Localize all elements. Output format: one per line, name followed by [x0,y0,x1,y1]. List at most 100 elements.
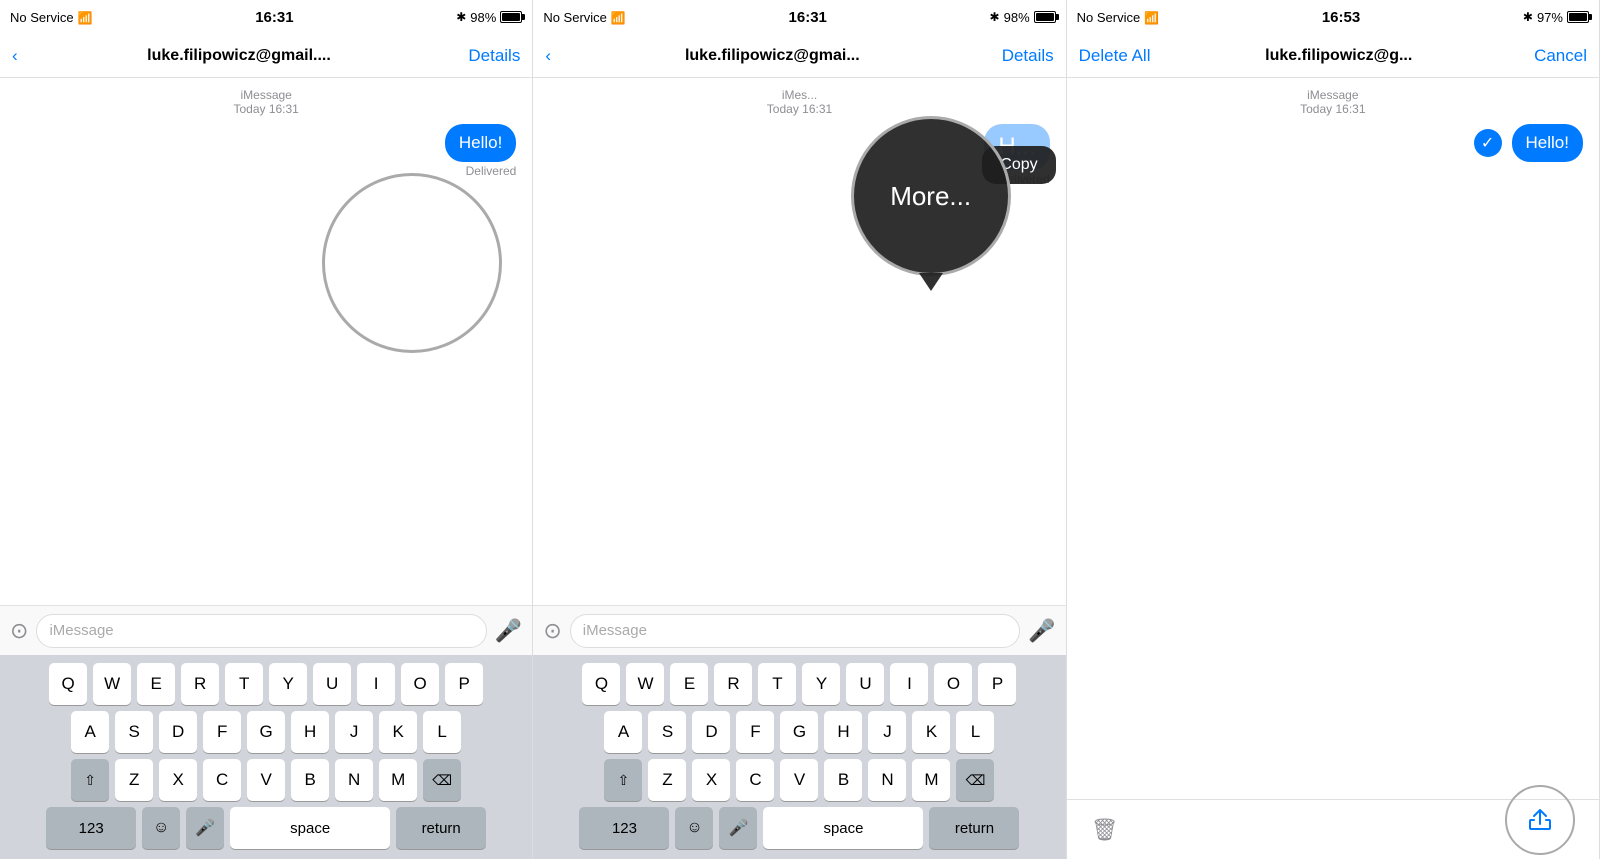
key-return[interactable]: return [396,807,486,849]
battery-pct-2: 98% [1004,10,1030,25]
time-1: 16:31 [255,9,293,26]
key2-shift[interactable]: ⇧ [604,759,642,801]
status-bar-2: No Service 16:31 ✱ 98% [533,0,1065,34]
key2-U[interactable]: U [846,663,884,705]
mic-icon-2[interactable]: 🎤 [1028,618,1055,644]
key2-I[interactable]: I [890,663,928,705]
message-input-1[interactable]: iMessage [36,614,486,648]
key-delete[interactable]: ⌫ [423,759,461,801]
camera-icon-2[interactable]: ⊙ [543,618,561,644]
back-chevron-2: ‹ [545,46,551,66]
key-E[interactable]: E [137,663,175,705]
key2-X[interactable]: X [692,759,730,801]
key-X[interactable]: X [159,759,197,801]
key2-D[interactable]: D [692,711,730,753]
trash-icon[interactable]: 🗑 [1091,817,1119,843]
key2-Q[interactable]: Q [582,663,620,705]
key2-P[interactable]: P [978,663,1016,705]
key-Z[interactable]: Z [115,759,153,801]
nav-title-3: luke.filipowicz@g... [1158,47,1519,65]
message-input-2[interactable]: iMessage [570,614,1020,648]
message-bubble-1[interactable]: Hello! [445,124,516,162]
key2-J[interactable]: J [868,711,906,753]
cancel-button[interactable]: Cancel [1527,46,1587,66]
key-N[interactable]: N [335,759,373,801]
key2-123[interactable]: 123 [579,807,669,849]
key-shift[interactable]: ⇧ [71,759,109,801]
no-service-label-2: No Service [543,10,607,25]
check-circle-icon[interactable]: ✓ [1474,129,1502,157]
key2-V[interactable]: V [780,759,818,801]
key-H[interactable]: H [291,711,329,753]
key-A[interactable]: A [71,711,109,753]
key2-C[interactable]: C [736,759,774,801]
key-row-2: A S D F G H J K L [4,711,528,753]
key-G[interactable]: G [247,711,285,753]
key-I[interactable]: I [357,663,395,705]
key-F[interactable]: F [203,711,241,753]
key2-emoji[interactable]: ☺ [675,807,713,849]
delete-all-button[interactable]: Delete All [1079,46,1151,66]
key-123[interactable]: 123 [46,807,136,849]
key-U[interactable]: U [313,663,351,705]
key-V[interactable]: V [247,759,285,801]
key-P[interactable]: P [445,663,483,705]
key-K[interactable]: K [379,711,417,753]
key-mic[interactable]: 🎤 [186,807,224,849]
key2-Z[interactable]: Z [648,759,686,801]
key2-S[interactable]: S [648,711,686,753]
status-right-1: ✱ 98% [456,10,522,25]
key-S[interactable]: S [115,711,153,753]
no-service-label-3: No Service [1077,10,1141,25]
key2-delete[interactable]: ⌫ [956,759,994,801]
key-J[interactable]: J [335,711,373,753]
key-row-4: 123 ☺ 🎤 space return [4,807,528,849]
key2-Y[interactable]: Y [802,663,840,705]
delivered-text-1: Delivered [466,164,517,178]
key-M[interactable]: M [379,759,417,801]
details-button-2[interactable]: Details [994,46,1054,66]
camera-icon-1[interactable]: ⊙ [10,618,28,644]
key2-return[interactable]: return [929,807,1019,849]
mic-icon-1[interactable]: 🎤 [495,618,522,644]
input-bar-1: ⊙ iMessage 🎤 [0,605,532,655]
key-row-2-3: ⇧ Z X C V B N M ⌫ [537,759,1061,801]
key2-O[interactable]: O [934,663,972,705]
key2-H[interactable]: H [824,711,862,753]
details-button-1[interactable]: Details [460,46,520,66]
keyboard-2: Q W E R T Y U I O P A S D F G H J K L ⇧ … [533,655,1065,859]
key2-L[interactable]: L [956,711,994,753]
more-label[interactable]: More... [890,181,971,212]
key2-M[interactable]: M [912,759,950,801]
key-L[interactable]: L [423,711,461,753]
back-button-2[interactable]: ‹ [545,46,551,66]
key2-B[interactable]: B [824,759,862,801]
key-Y[interactable]: Y [269,663,307,705]
key2-G[interactable]: G [780,711,818,753]
key-B[interactable]: B [291,759,329,801]
key-C[interactable]: C [203,759,241,801]
key-O[interactable]: O [401,663,439,705]
key2-E[interactable]: E [670,663,708,705]
back-button-1[interactable]: ‹ [12,46,18,66]
key2-W[interactable]: W [626,663,664,705]
key2-R[interactable]: R [714,663,752,705]
key-emoji[interactable]: ☺ [142,807,180,849]
key2-N[interactable]: N [868,759,906,801]
key-space[interactable]: space [230,807,390,849]
key2-A[interactable]: A [604,711,642,753]
key-W[interactable]: W [93,663,131,705]
key2-space[interactable]: space [763,807,923,849]
message-bubble-3[interactable]: Hello! [1512,124,1583,162]
key2-T[interactable]: T [758,663,796,705]
key-R[interactable]: R [181,663,219,705]
share-button[interactable] [1505,785,1575,855]
key2-K[interactable]: K [912,711,950,753]
key2-mic[interactable]: 🎤 [719,807,757,849]
key-D[interactable]: D [159,711,197,753]
no-service-label-1: No Service [10,10,74,25]
key-T[interactable]: T [225,663,263,705]
key-row-2-2: A S D F G H J K L [537,711,1061,753]
key2-F[interactable]: F [736,711,774,753]
key-Q[interactable]: Q [49,663,87,705]
